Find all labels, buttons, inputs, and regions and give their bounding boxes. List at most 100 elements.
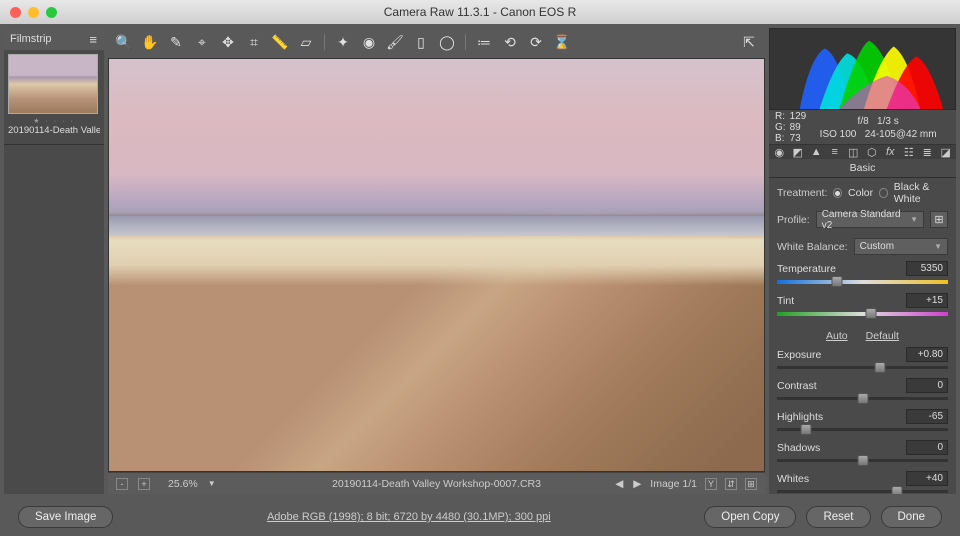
histogram[interactable] [769,28,956,110]
readout-r: 129 [790,111,807,122]
reset-button[interactable]: Reset [806,506,870,528]
treatment-bw-radio[interactable] [879,188,888,198]
info-readout: R:129 G:89 B:73 f/8 1/3 s ISO 100 24-105… [769,111,956,145]
readout-b: 73 [790,133,807,144]
readout-shutter: 1/3 s [877,116,899,127]
readout-g: 89 [790,122,807,133]
window-title: Camera Raw 11.3.1 - Canon EOS R [384,5,577,19]
treatment-color-radio[interactable] [833,188,842,198]
radial-filter-icon[interactable]: ◯ [439,34,455,50]
minimize-window[interactable] [28,7,39,18]
crop-icon[interactable]: ⌗ [246,34,262,50]
preview-canvas[interactable] [108,58,765,472]
tab-presets-icon[interactable]: ≣ [921,145,934,159]
tint-label: Tint [777,295,794,307]
exposure-slider[interactable]: Exposure +0.80 [769,344,956,375]
target-adjust-icon[interactable]: ✥ [220,34,236,50]
grad-filter-icon[interactable]: ▯ [413,34,429,50]
tab-hsl-icon[interactable]: ≡ [829,145,842,159]
split-icon[interactable]: ⊞ [745,478,757,490]
highlights-value[interactable]: -65 [906,409,948,424]
tab-fx-icon[interactable]: fx [884,145,897,159]
photo-preview [109,59,764,471]
wb-label: White Balance: [777,241,848,253]
brush-icon[interactable]: 🖌 [387,34,403,50]
whites-value[interactable]: +40 [906,471,948,486]
chevron-down-icon: ▼ [934,242,942,251]
default-link[interactable]: Default [866,330,899,342]
highlights-slider[interactable]: Highlights -65 [769,406,956,437]
hand-tool-icon[interactable]: ✋ [142,34,158,50]
workflow-meta[interactable]: Adobe RGB (1998); 8 bit; 6720 by 4480 (3… [267,511,551,523]
zoom-window[interactable] [46,7,57,18]
treatment-bw-label: Black & White [894,181,948,205]
next-image-icon[interactable]: ▶ [632,478,642,490]
tint-value[interactable]: +15 [906,293,948,308]
filmstrip-sidebar: Filmstrip ≡ ★ · · · · 20190114-Death Val… [4,28,104,494]
profile-browser-icon[interactable]: ⊞ [930,211,948,228]
shadows-value[interactable]: 0 [906,440,948,455]
titlebar: Camera Raw 11.3.1 - Canon EOS R [0,0,960,24]
temperature-slider[interactable]: Temperature 5350 [769,258,956,290]
chevron-down-icon: ▼ [910,215,918,224]
pager-label: Image 1/1 [650,478,697,490]
wb-value: Custom [860,241,894,252]
shadows-label: Shadows [777,442,820,454]
swap-icon[interactable]: ⇵ [725,478,737,490]
toolbar: 🔍 ✋ ✎ ⌖ ✥ ⌗ 📏 ▱ ✦ ◉ 🖌 ▯ ◯ ≔ ⟲ ⟳ ⌛ ⇱ [108,28,765,56]
thumbnail[interactable] [8,54,98,114]
shadows-slider[interactable]: Shadows 0 [769,437,956,468]
filmstrip-label: Filmstrip [10,33,52,45]
tab-curve-icon[interactable]: ◩ [792,145,805,159]
exposure-label: Exposure [777,349,821,361]
done-button[interactable]: Done [881,506,943,528]
save-image-button[interactable]: Save Image [18,506,113,528]
tab-detail-icon[interactable]: ▲ [810,145,823,159]
chevron-down-icon[interactable]: ▼ [208,479,216,488]
rating-stars[interactable]: ★ · · · · [8,117,100,125]
transform-icon[interactable]: ▱ [298,34,314,50]
wb-select[interactable]: Custom ▼ [854,238,948,255]
readout-iso: ISO 100 [820,129,857,140]
tab-split-icon[interactable]: ◫ [847,145,860,159]
center-panel: 🔍 ✋ ✎ ⌖ ✥ ⌗ 📏 ▱ ✦ ◉ 🖌 ▯ ◯ ≔ ⟲ ⟳ ⌛ ⇱ [108,28,765,494]
exposure-value[interactable]: +0.80 [906,347,948,362]
filmstrip-menu-icon[interactable]: ≡ [89,32,98,47]
prefs-icon[interactable]: ≔ [476,34,492,50]
color-sampler-icon[interactable]: ⌖ [194,34,210,50]
filmstrip-item[interactable]: ★ · · · · 20190114-Death Valle... [4,50,104,140]
highlights-label: Highlights [777,411,823,423]
close-window[interactable] [10,7,21,18]
redeye-icon[interactable]: ◉ [361,34,377,50]
grid-minus-icon[interactable]: - [116,478,128,490]
temperature-label: Temperature [777,263,836,275]
profile-select[interactable]: Camera Standard v2 ▼ [816,211,924,228]
zoom-level[interactable]: 25.6% [168,478,198,490]
compare-y-icon[interactable]: Y [705,478,717,490]
rotate-ccw-icon[interactable]: ⟲ [502,34,518,50]
contrast-slider[interactable]: Contrast 0 [769,375,956,406]
tab-snapshots-icon[interactable]: ◪ [940,145,953,159]
whites-label: Whites [777,473,809,485]
tab-calib-icon[interactable]: ☷ [903,145,916,159]
tab-lens-icon[interactable]: ⬡ [866,145,879,159]
whites-slider[interactable]: Whites +40 [769,468,956,494]
auto-link[interactable]: Auto [826,330,848,342]
treatment-color-label: Color [848,187,873,199]
prev-image-icon[interactable]: ◀ [614,478,624,490]
eyedropper-icon[interactable]: ✎ [168,34,184,50]
fullscreen-icon[interactable]: ⇱ [741,34,757,50]
spot-removal-icon[interactable]: ✦ [335,34,351,50]
grid-plus-icon[interactable]: + [138,478,150,490]
temperature-value[interactable]: 5350 [906,261,948,276]
tab-basic-icon[interactable]: ◉ [773,145,786,159]
open-copy-button[interactable]: Open Copy [704,506,796,528]
contrast-value[interactable]: 0 [906,378,948,393]
zoom-tool-icon[interactable]: 🔍 [116,34,132,50]
straighten-icon[interactable]: 📏 [272,34,288,50]
right-panel: R:129 G:89 B:73 f/8 1/3 s ISO 100 24-105… [769,28,956,494]
rotate-cw-icon[interactable]: ⟳ [528,34,544,50]
hourglass-icon[interactable]: ⌛ [554,34,570,50]
profile-value: Camera Standard v2 [822,209,910,231]
tint-slider[interactable]: Tint +15 [769,290,956,322]
